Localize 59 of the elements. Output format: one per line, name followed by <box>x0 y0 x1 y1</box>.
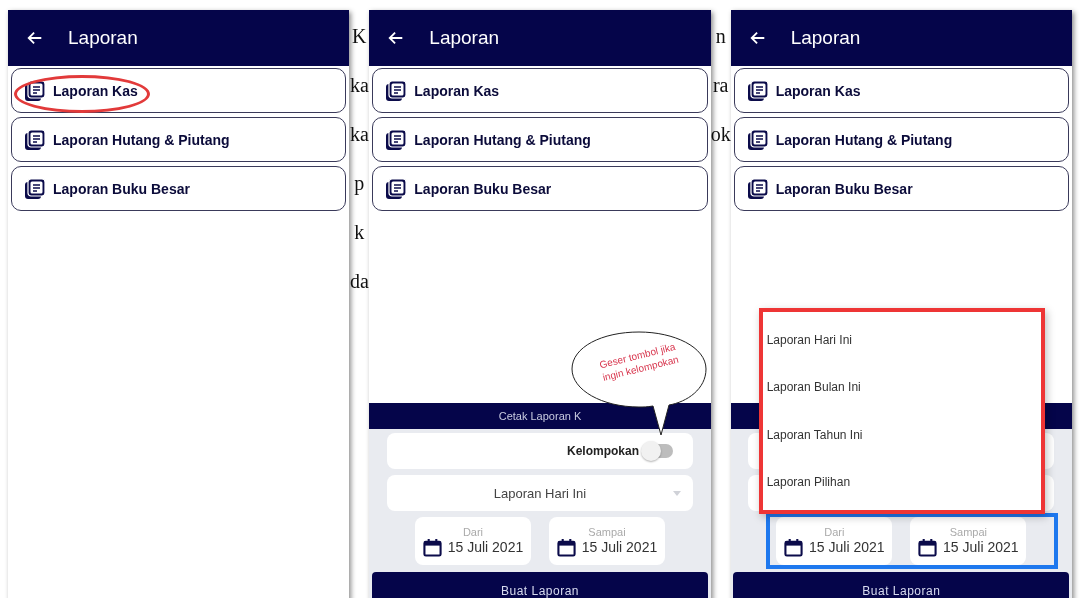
dropdown-option[interactable]: Laporan Tahun Ini <box>766 427 1037 442</box>
report-menu-item[interactable]: Laporan Kas <box>372 68 708 113</box>
calendar-icon <box>784 537 804 557</box>
date-label: Sampai <box>588 525 626 538</box>
document-text-fragment: n <box>715 24 726 48</box>
document-icon <box>385 79 408 102</box>
document-icon <box>24 79 46 102</box>
document-text-fragment: K <box>352 24 367 48</box>
report-menu-item[interactable]: Laporan Kas <box>733 68 1069 113</box>
calendar-icon <box>918 537 938 557</box>
period-dropdown[interactable]: Laporan Hari Ini <box>387 475 693 511</box>
document-icon <box>746 177 769 200</box>
date-picker[interactable]: Sampai 15 Juli 2021 <box>549 517 665 565</box>
back-arrow-icon[interactable] <box>26 29 44 47</box>
report-menu-item[interactable]: Laporan Buku Besar <box>11 166 347 211</box>
report-menu-item[interactable]: Laporan Kas <box>11 68 347 113</box>
document-text-fragment: ok <box>710 122 731 146</box>
document-text-fragment: k <box>354 220 365 244</box>
report-menu-item[interactable]: Laporan Buku Besar <box>372 166 708 211</box>
document-text-fragment: da <box>349 269 369 293</box>
dropdown-option[interactable]: Laporan Bulan Ini <box>766 380 1037 395</box>
date-value: 15 Juli 2021 <box>581 539 658 555</box>
screen-title: Laporan <box>429 27 500 49</box>
date-value: 15 Juli 2021 <box>943 539 1019 555</box>
date-picker[interactable]: Dari 15 Juli 2021 <box>776 517 893 565</box>
document-icon <box>385 177 408 200</box>
date-label: Dari <box>824 525 845 538</box>
panel-title: Cetak Laporan K <box>498 410 582 422</box>
dropdown-option[interactable]: Laporan Hari Ini <box>766 332 1037 347</box>
report-menu-item[interactable]: Laporan Hutang & Piutang <box>733 117 1069 162</box>
document-text-fragment: ka <box>349 122 369 146</box>
caret-icon <box>673 490 681 496</box>
group-label: Kelompokan <box>566 444 639 458</box>
report-menu-item[interactable]: Laporan Hutang & Piutang <box>11 117 347 162</box>
date-value: 15 Juli 2021 <box>447 539 524 555</box>
create-report-button[interactable]: Buat Laporan <box>372 572 708 598</box>
date-picker[interactable]: Sampai 15 Juli 2021 <box>910 517 1027 565</box>
document-icon <box>746 79 769 102</box>
date-value: 15 Juli 2021 <box>809 539 885 555</box>
back-arrow-icon[interactable] <box>748 29 767 47</box>
report-menu-item[interactable]: Laporan Buku Besar <box>733 166 1069 211</box>
date-picker[interactable]: Dari 15 Juli 2021 <box>415 517 531 565</box>
document-text-fragment: p <box>354 171 365 195</box>
calendar-icon <box>556 537 576 557</box>
document-icon <box>24 128 46 151</box>
report-menu-item[interactable]: Laporan Hutang & Piutang <box>372 117 708 162</box>
date-label: Dari <box>462 525 484 538</box>
date-label: Sampai <box>949 525 987 538</box>
calendar-icon <box>422 537 442 557</box>
document-icon <box>746 128 769 151</box>
document-text-fragment: ka <box>349 73 369 97</box>
dropdown-option[interactable]: Laporan Pilihan <box>766 475 1037 490</box>
group-toggle[interactable] <box>643 444 673 458</box>
create-report-button[interactable]: Buat Laporan <box>733 572 1070 598</box>
screen-title: Laporan <box>68 27 138 49</box>
screen-title: Laporan <box>790 27 861 49</box>
document-icon <box>24 177 46 200</box>
document-icon <box>385 128 408 151</box>
document-text-fragment: ra <box>712 73 729 97</box>
